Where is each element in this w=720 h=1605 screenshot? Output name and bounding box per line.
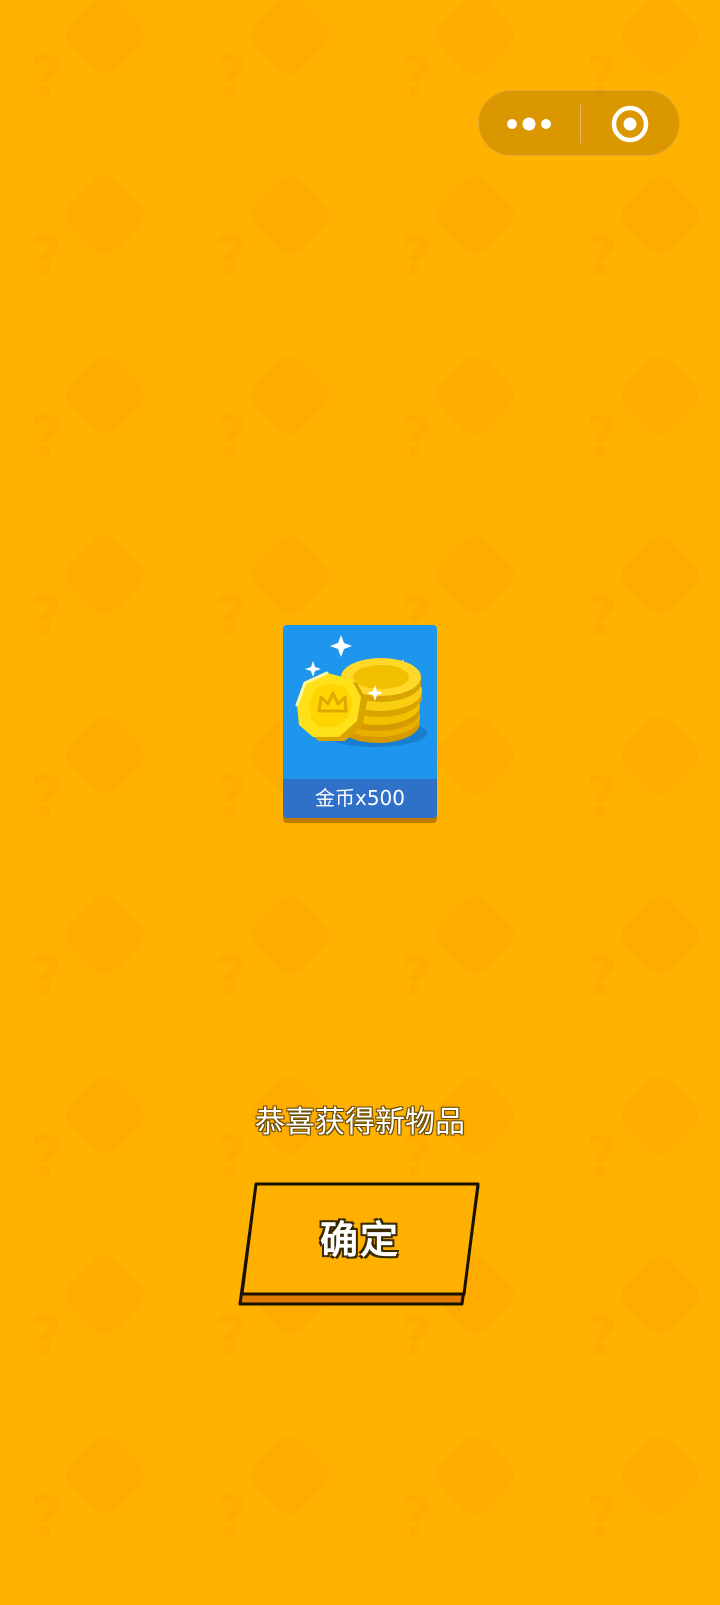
close-miniprogram-button[interactable] xyxy=(581,91,679,155)
reward-item-card: 金币x500 xyxy=(283,625,437,818)
confirm-button[interactable]: 确定 xyxy=(238,1180,482,1307)
capsule-menu xyxy=(478,90,680,156)
gold-coins-icon xyxy=(295,635,427,747)
reward-item-label: 金币x500 xyxy=(283,779,437,818)
reward-popup-page: ? xyxy=(0,0,720,1605)
reward-message: 恭喜获得新物品 xyxy=(255,1105,465,1140)
target-circle-icon xyxy=(611,105,649,143)
more-dots-icon xyxy=(507,117,551,131)
confirm-button-label: 确定 xyxy=(319,1218,400,1262)
more-button[interactable] xyxy=(479,91,579,155)
